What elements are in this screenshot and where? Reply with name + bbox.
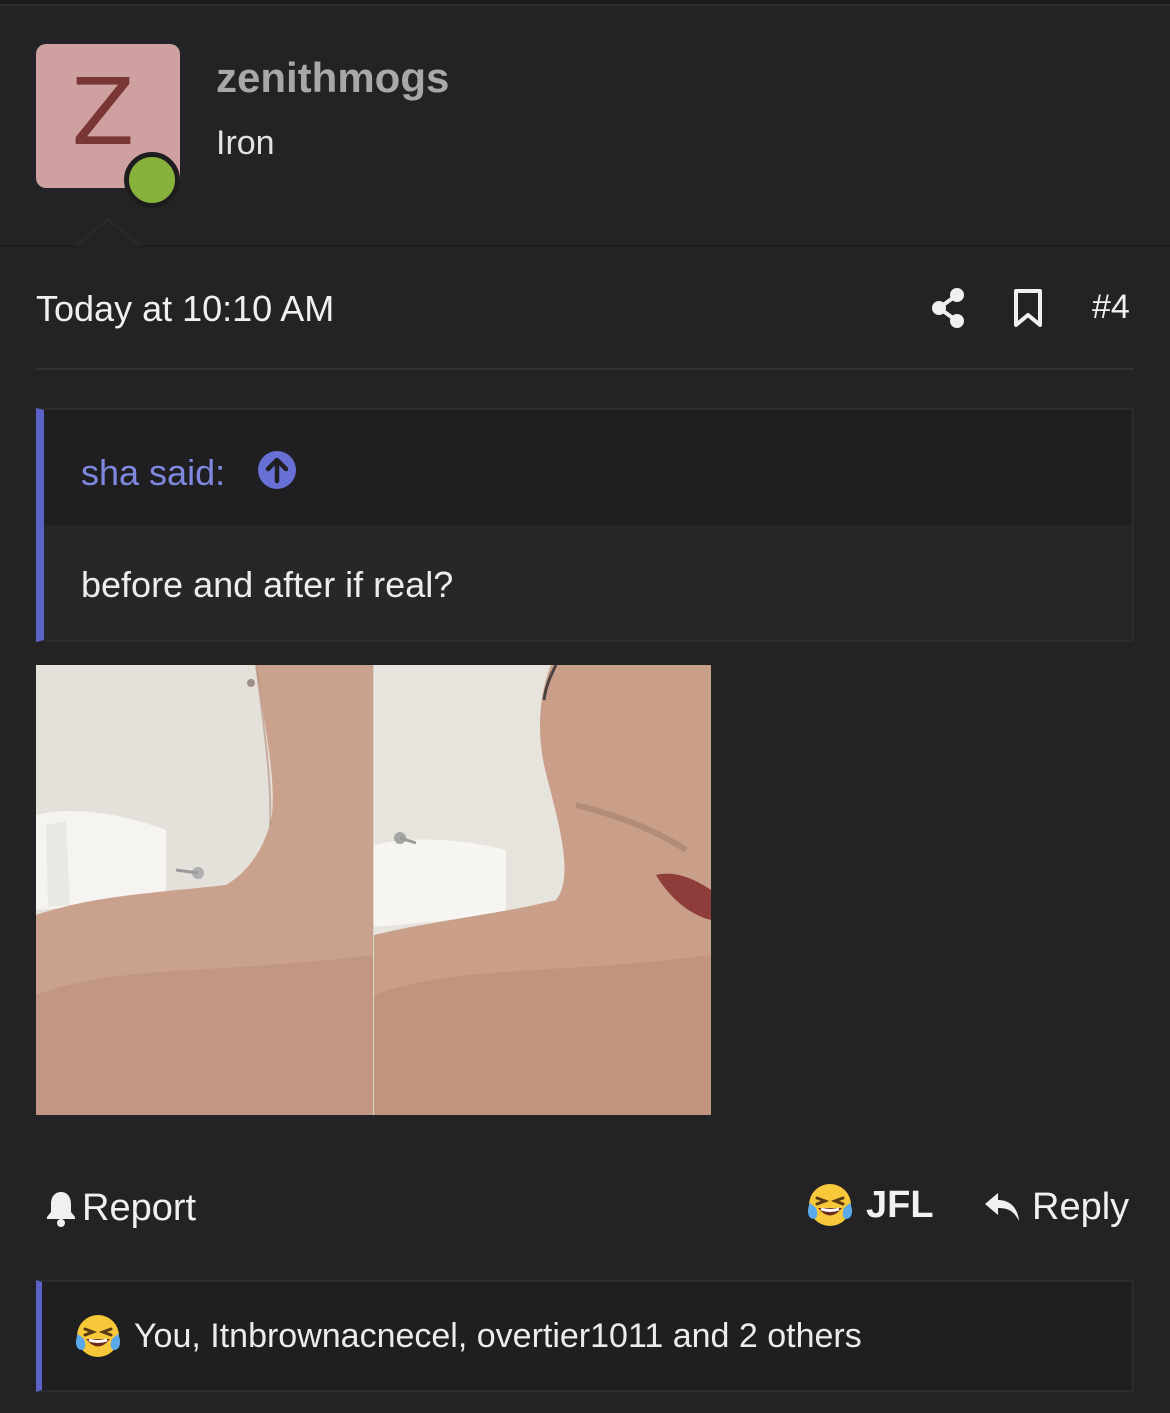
attached-photo[interactable]: [36, 665, 711, 1115]
jfl-label: JFL: [866, 1183, 934, 1226]
quote-text: before and after if real?: [81, 564, 454, 605]
user-title: Iron: [216, 124, 275, 162]
username-link[interactable]: zenithmogs: [216, 54, 449, 102]
jfl-reaction-button[interactable]: JFL: [806, 1180, 934, 1230]
post-date-link[interactable]: Today at 10:10 AM: [36, 288, 334, 330]
laughing-crying-emoji-icon: [807, 1184, 853, 1226]
reply-arrow-icon: [985, 1193, 1019, 1221]
share-icon[interactable]: [928, 286, 968, 330]
laughing-crying-emoji-icon: [75, 1315, 121, 1357]
reactions-summary[interactable]: You, Itnbrownacnecel, overtier1011 and 2…: [36, 1280, 1134, 1392]
avatar-letter: Z: [71, 59, 135, 166]
reply-button[interactable]: Reply: [982, 1182, 1129, 1232]
bell-icon: [47, 1192, 75, 1227]
post-number-link[interactable]: #4: [1092, 288, 1130, 327]
arrow-up-circle-icon[interactable]: [257, 450, 297, 490]
reply-label: Reply: [1032, 1185, 1130, 1228]
bookmark-icon[interactable]: [1012, 288, 1044, 328]
quote-author-link[interactable]: sha said:: [81, 452, 225, 494]
meta-divider: [36, 368, 1134, 370]
quote-block: sha said: before and after if real?: [36, 408, 1134, 642]
top-border: [0, 0, 1170, 6]
quote-body: before and after if real?: [44, 526, 1132, 640]
online-status-indicator: [124, 152, 180, 208]
header-pointer-inner: [76, 221, 140, 247]
quote-header: sha said:: [44, 410, 1132, 526]
report-button[interactable]: Report: [44, 1186, 196, 1230]
reactions-summary-text: You, Itnbrownacnecel, overtier1011 and 2…: [134, 1316, 862, 1355]
header-divider: [0, 245, 1170, 247]
report-label: Report: [82, 1186, 197, 1229]
